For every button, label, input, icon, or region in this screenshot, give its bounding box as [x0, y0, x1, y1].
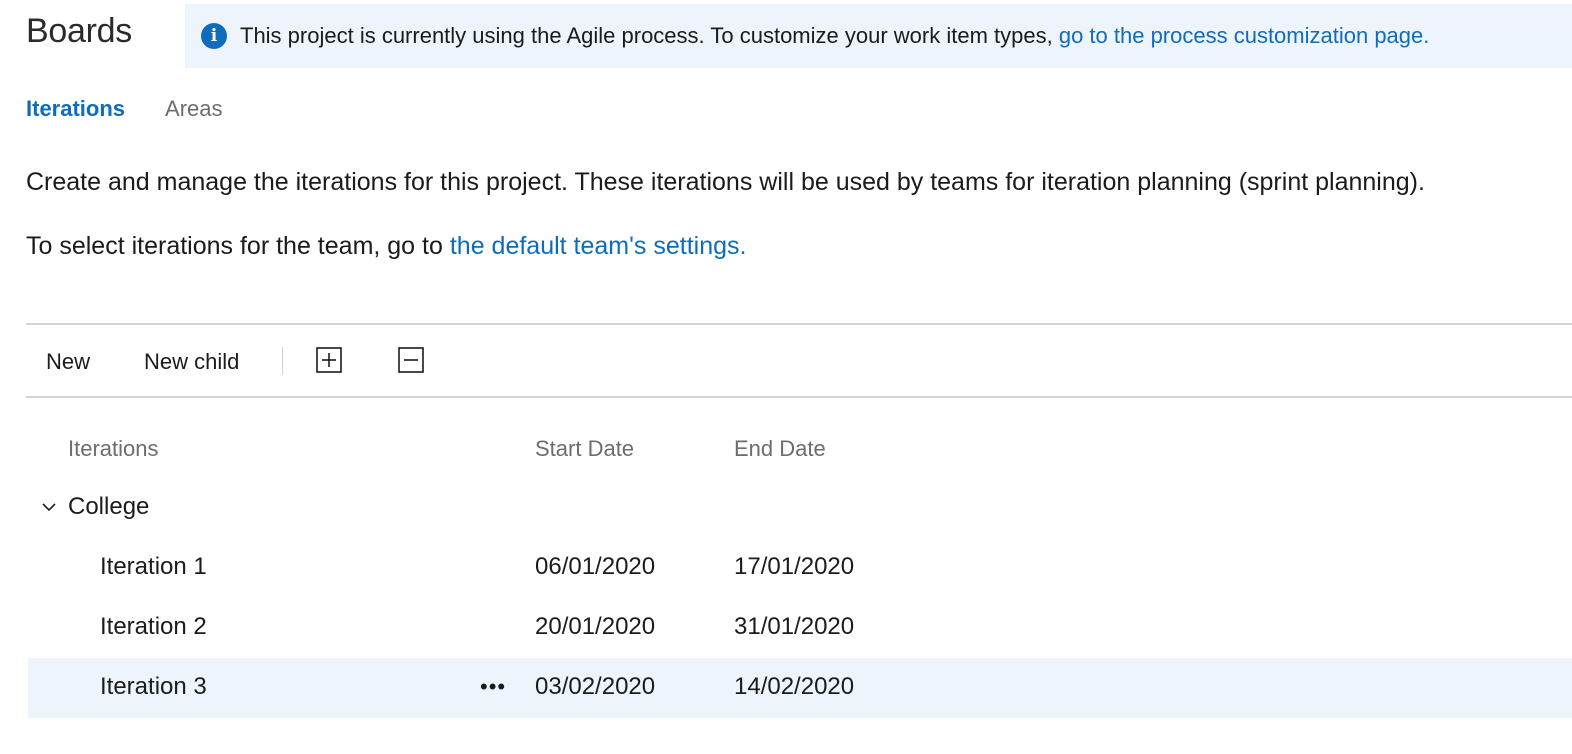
- end-date: 31/01/2020: [734, 613, 855, 640]
- toolbar: New New child: [26, 323, 1572, 398]
- process-customization-link[interactable]: go to the process customization page.: [1059, 23, 1430, 49]
- column-header-iterations[interactable]: Iterations: [68, 436, 159, 462]
- new-button[interactable]: New: [46, 349, 90, 375]
- table-row[interactable]: Iteration 2 20/01/2020 31/01/2020: [28, 598, 1572, 658]
- new-child-button[interactable]: New child: [144, 349, 239, 375]
- iteration-name: Iteration 3: [100, 673, 207, 700]
- column-header-start-date[interactable]: Start Date: [535, 436, 634, 462]
- table-row-selected[interactable]: Iteration 3 ••• 03/02/2020 14/02/2020: [28, 658, 1572, 718]
- start-date: 06/01/2020: [535, 553, 656, 580]
- tab-iterations[interactable]: Iterations: [26, 96, 125, 122]
- tree-row-root[interactable]: College: [28, 478, 1572, 538]
- team-settings-hint: To select iterations for the team, go to…: [26, 232, 746, 261]
- iteration-name: Iteration 1: [100, 553, 207, 580]
- page: Boards i This project is currently using…: [0, 0, 1572, 754]
- start-date: 20/01/2020: [535, 613, 656, 640]
- info-banner: i This project is currently using the Ag…: [185, 4, 1572, 68]
- default-team-settings-link[interactable]: the default team's settings.: [450, 232, 747, 260]
- iteration-name: Iteration 2: [100, 613, 207, 640]
- end-date: 14/02/2020: [734, 673, 855, 700]
- start-date: 03/02/2020: [535, 673, 656, 700]
- chevron-down-icon[interactable]: [40, 498, 58, 516]
- tab-areas[interactable]: Areas: [165, 96, 222, 122]
- info-icon: i: [201, 23, 227, 49]
- settings-tabs: Iterations Areas: [26, 96, 223, 122]
- collapse-all-icon[interactable]: [398, 347, 424, 373]
- expand-all-icon[interactable]: [316, 347, 342, 373]
- toolbar-divider: [282, 347, 283, 375]
- banner-text: This project is currently using the Agil…: [240, 23, 1053, 48]
- page-title: Boards: [26, 12, 132, 50]
- end-date: 17/01/2020: [734, 553, 855, 580]
- team-settings-hint-text: To select iterations for the team, go to: [26, 232, 443, 260]
- description-text: Create and manage the iterations for thi…: [26, 168, 1425, 196]
- root-node-label: College: [68, 493, 150, 520]
- table-row[interactable]: Iteration 1 06/01/2020 17/01/2020: [28, 538, 1572, 598]
- column-header-end-date[interactable]: End Date: [734, 436, 826, 462]
- more-actions-icon[interactable]: •••: [480, 674, 506, 700]
